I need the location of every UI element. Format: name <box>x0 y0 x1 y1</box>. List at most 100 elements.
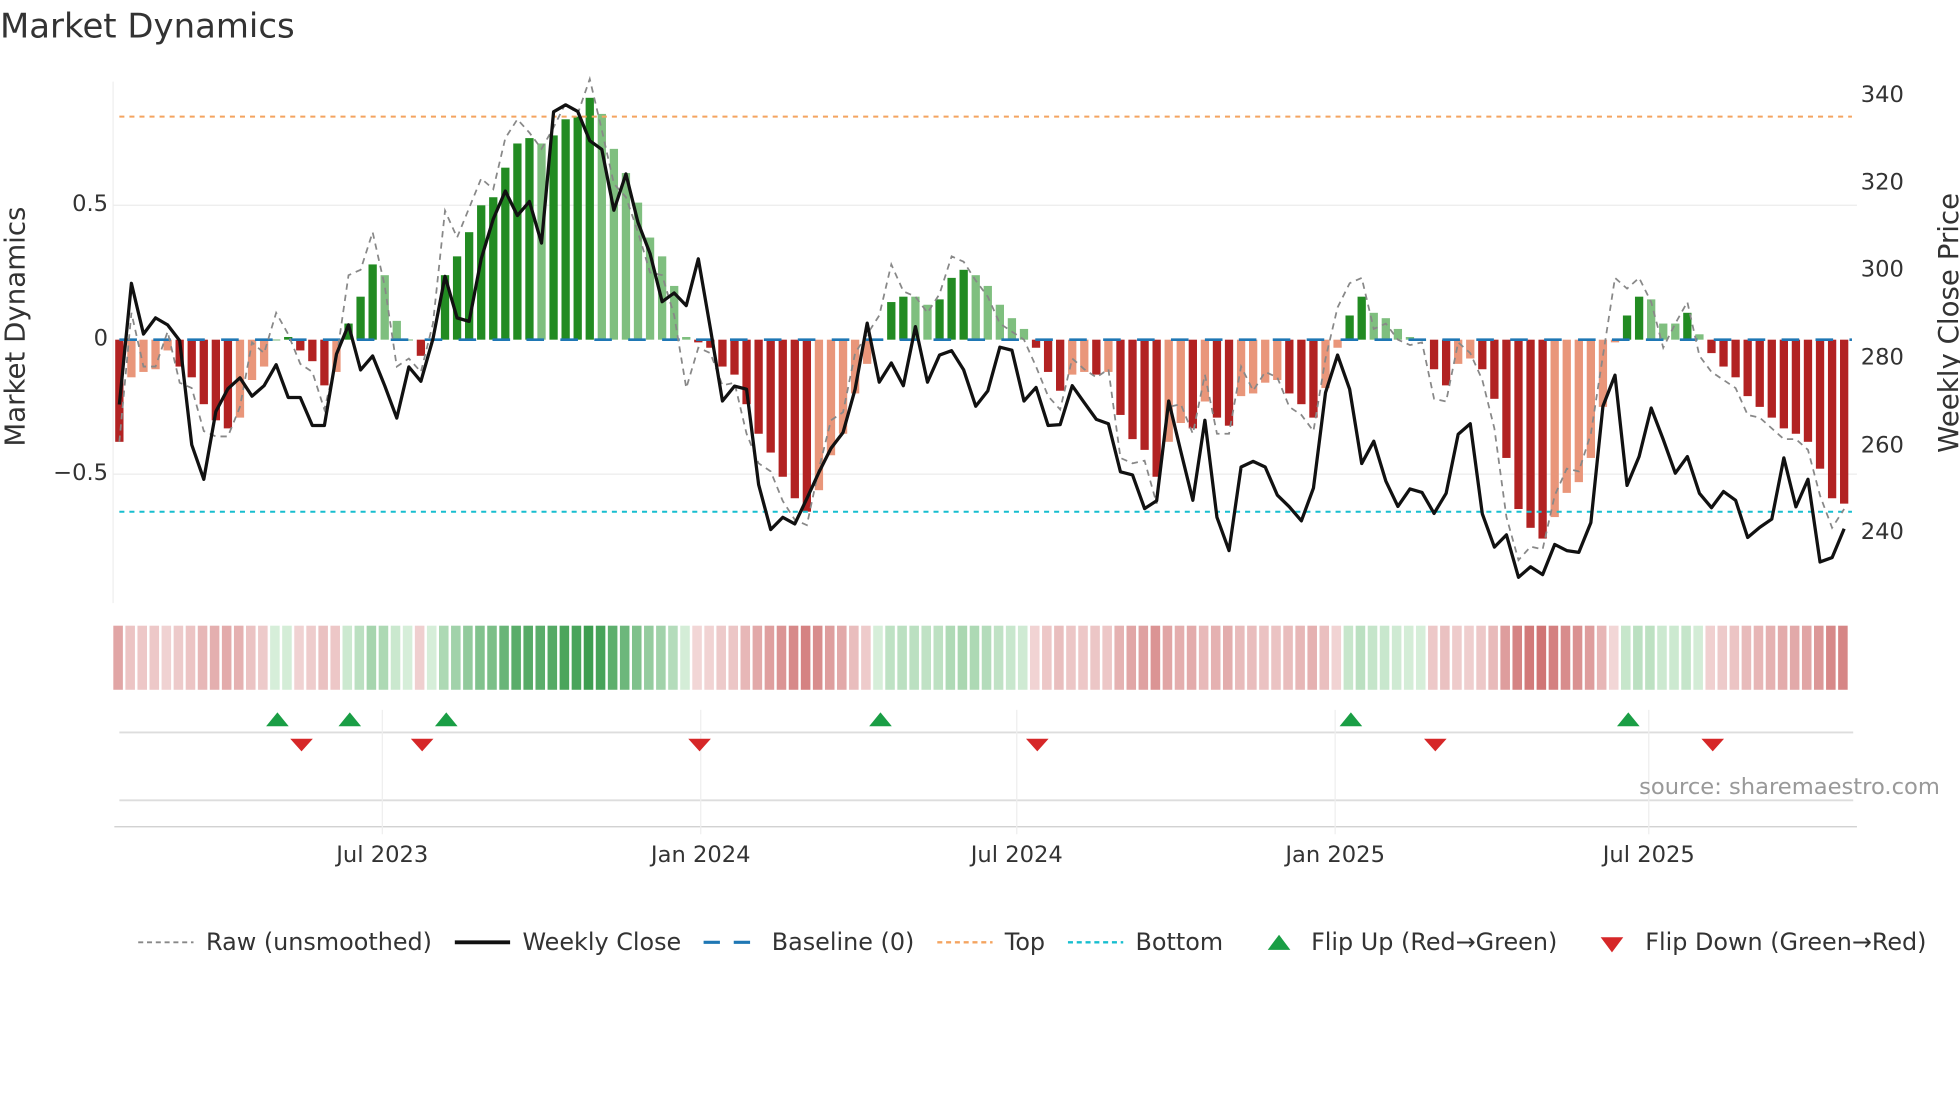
regime-strip-cell <box>619 625 630 690</box>
regime-strip-cell <box>1198 625 1209 690</box>
momentum-bar <box>1333 339 1342 348</box>
momentum-bar <box>802 339 812 512</box>
momentum-bar <box>392 320 401 340</box>
regime-strip-cell <box>1452 625 1462 690</box>
regime-strip-cell <box>149 625 160 690</box>
regime-strip-cell <box>185 625 196 690</box>
regime-strip-cell <box>282 625 292 690</box>
y-right-tick-label: 340 <box>1860 81 1904 109</box>
y-right-tick-label: 280 <box>1860 344 1904 371</box>
regime-strip-cell <box>1500 625 1510 690</box>
close-legend-icon <box>454 940 510 945</box>
regime-strip-cell <box>921 625 931 690</box>
regime-strip-cell <box>668 625 678 690</box>
regime-strip-cell <box>583 625 594 690</box>
regime-strip-cell <box>1283 625 1293 690</box>
y-tick-label: 0 <box>93 325 109 353</box>
momentum-bar <box>971 275 980 340</box>
momentum-bar <box>247 339 257 380</box>
regime-strip-cell <box>1633 625 1643 690</box>
regime-strip-cell <box>330 625 340 690</box>
regime-strip-cell <box>1186 625 1197 690</box>
regime-strip-cell <box>294 625 304 690</box>
legend-label: Flip Down (Green→Red) <box>1645 928 1927 957</box>
momentum-bar <box>320 339 329 386</box>
regime-strip-cell <box>499 625 509 690</box>
momentum-bar <box>1104 339 1113 372</box>
momentum-bar <box>1116 339 1125 415</box>
regime-strip-cell <box>1693 625 1703 690</box>
legend-item-top: Top <box>934 928 1045 956</box>
regime-strip-cell <box>704 625 714 690</box>
regime-strip-cell <box>837 625 847 690</box>
momentum-bar <box>1007 318 1017 340</box>
regime-strip-cell <box>1367 625 1378 690</box>
flip-down-marker <box>410 738 434 752</box>
regime-strip-cell <box>1801 625 1812 690</box>
momentum-bar <box>1043 339 1053 372</box>
regime-strip-cell <box>1030 625 1040 690</box>
x-tick-label: Jul 2025 <box>1602 841 1695 869</box>
flip-up-marker <box>266 712 289 727</box>
flip-up-marker <box>338 712 362 727</box>
momentum-bar <box>1152 339 1161 477</box>
regime-strip-cell <box>1524 625 1535 690</box>
baseline-legend-icon <box>703 940 760 944</box>
momentum-bar <box>1357 296 1366 340</box>
regime-strip-cell <box>1415 625 1426 690</box>
regime-strip-cell <box>438 625 449 690</box>
regime-strip-cell <box>1584 625 1595 690</box>
regime-strip-cell <box>1210 625 1221 690</box>
regime-strip-cell <box>1669 625 1679 690</box>
regime-strip-cell <box>233 625 244 690</box>
momentum-bar <box>1743 339 1752 397</box>
momentum-bar <box>887 302 896 340</box>
regime-strip-cell <box>800 625 811 690</box>
regime-strip-cell <box>1271 625 1281 690</box>
momentum-bar <box>1502 339 1511 458</box>
regime-strip-cell <box>1512 625 1523 690</box>
regime-strip-cell <box>1488 625 1498 690</box>
regime-strip-cell <box>873 625 883 690</box>
regime-strip-cell <box>523 625 533 690</box>
y-tick-label: −0.5 <box>53 460 109 487</box>
momentum-bar <box>380 275 389 340</box>
regime-strip-cell <box>306 625 316 690</box>
momentum-bar <box>826 339 836 456</box>
regime-strip-cell <box>1222 625 1233 690</box>
legend-label: Raw (unsmoothed) <box>206 928 432 957</box>
flip-down-marker <box>688 738 711 752</box>
regime-strip-cell <box>1814 625 1824 690</box>
momentum-bar <box>1381 318 1390 340</box>
momentum-bar <box>464 232 474 340</box>
momentum-bar <box>959 269 968 340</box>
legend-label: Baseline (0) <box>771 928 915 957</box>
momentum-bar <box>1490 339 1499 399</box>
momentum-bar <box>1707 339 1716 354</box>
regime-strip-cell <box>1054 625 1064 690</box>
y-right-tick-label: 320 <box>1860 169 1904 196</box>
bottom-legend-icon <box>1067 941 1123 944</box>
regime-strip-cell <box>1826 625 1836 690</box>
momentum-bar <box>1188 339 1197 429</box>
flip-up-marker <box>869 712 892 727</box>
regime-strip-cell <box>1645 625 1655 690</box>
regime-strip-cell <box>1114 625 1124 690</box>
y-right-tick-label: 240 <box>1860 519 1904 546</box>
momentum-bar <box>1538 339 1547 539</box>
legend-item-raw: Raw (unsmoothed) <box>136 928 432 956</box>
top-legend-icon <box>936 941 993 944</box>
momentum-bar <box>1791 339 1801 434</box>
y-right-tick-label: 300 <box>1860 256 1904 284</box>
regime-strip-cell <box>1789 625 1800 690</box>
regime-strip-cell <box>1717 625 1728 690</box>
regime-strip-cell <box>969 625 980 690</box>
regime-strip-cell <box>366 625 377 690</box>
momentum-bar <box>983 285 992 340</box>
regime-strip-cell <box>1126 625 1137 690</box>
regime-strip-cell <box>1005 625 1016 690</box>
regime-strip-cell <box>1548 625 1559 690</box>
momentum-bar <box>1285 339 1294 394</box>
regime-strip-cell <box>993 625 1004 690</box>
flip-up-marker <box>1339 712 1363 727</box>
